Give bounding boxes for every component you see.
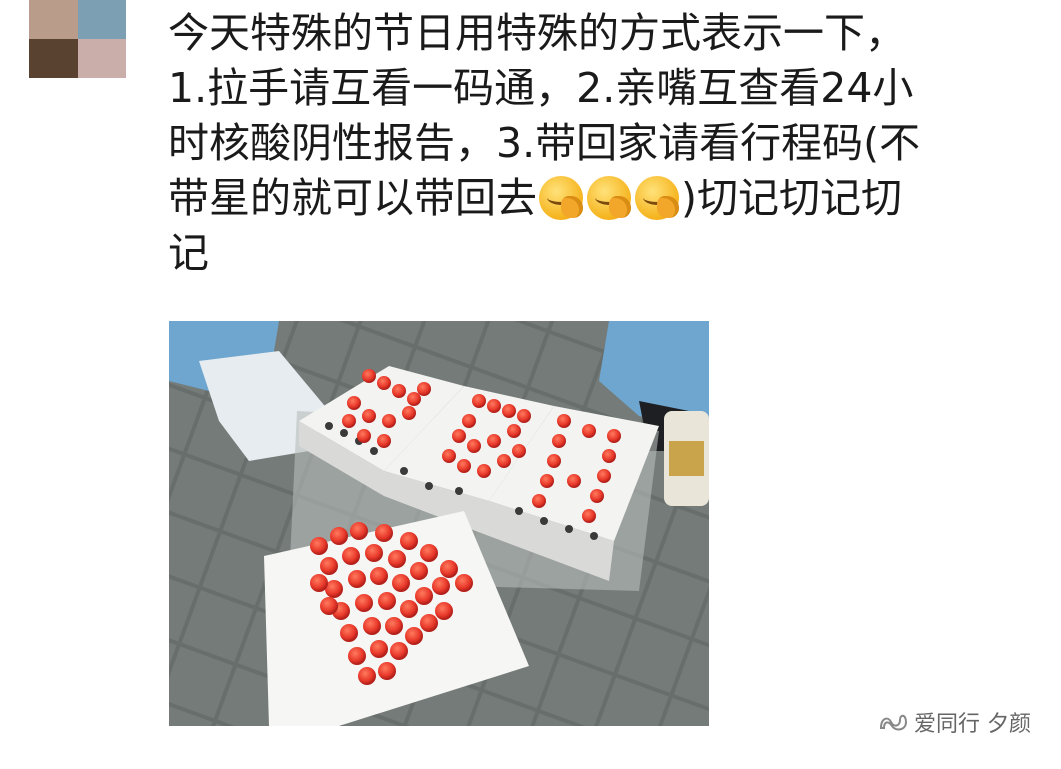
avatar-tile <box>77 0 126 39</box>
post-line: 记 <box>168 229 209 277</box>
post-line-segment: 带星的就可以带回去 <box>168 174 537 222</box>
avatar-tile <box>29 0 78 39</box>
avatar-tile <box>29 39 78 78</box>
avatar[interactable] <box>29 0 126 78</box>
post-line: 时核酸阴性报告，3.带回家请看行程码(不 <box>168 119 921 167</box>
post-line: 带星的就可以带回去 )切记切记切 <box>168 171 1028 226</box>
post-line: 今天特殊的节日用特殊的方式表示一下， <box>168 9 906 57</box>
post-line: 1.拉手请互看一码通，2.亲嘴互查看24小 <box>168 64 914 112</box>
face-palm-emoji-icon <box>635 176 679 220</box>
face-palm-emoji-icon <box>587 176 631 220</box>
post-text: 今天特殊的节日用特殊的方式表示一下， 1.拉手请互看一码通，2.亲嘴互查看24小… <box>168 6 1028 281</box>
avatar-tile <box>77 39 126 78</box>
photo-illustration <box>169 321 709 726</box>
watermark-text: 爱同行 夕颜 <box>914 712 1031 737</box>
post-line-segment: )切记切记切 <box>681 174 902 222</box>
face-palm-emoji-icon <box>539 176 583 220</box>
wechat-channel-icon <box>879 714 908 731</box>
watermark: 爱同行 夕颜 <box>878 706 1031 738</box>
post-photo[interactable] <box>169 321 709 726</box>
